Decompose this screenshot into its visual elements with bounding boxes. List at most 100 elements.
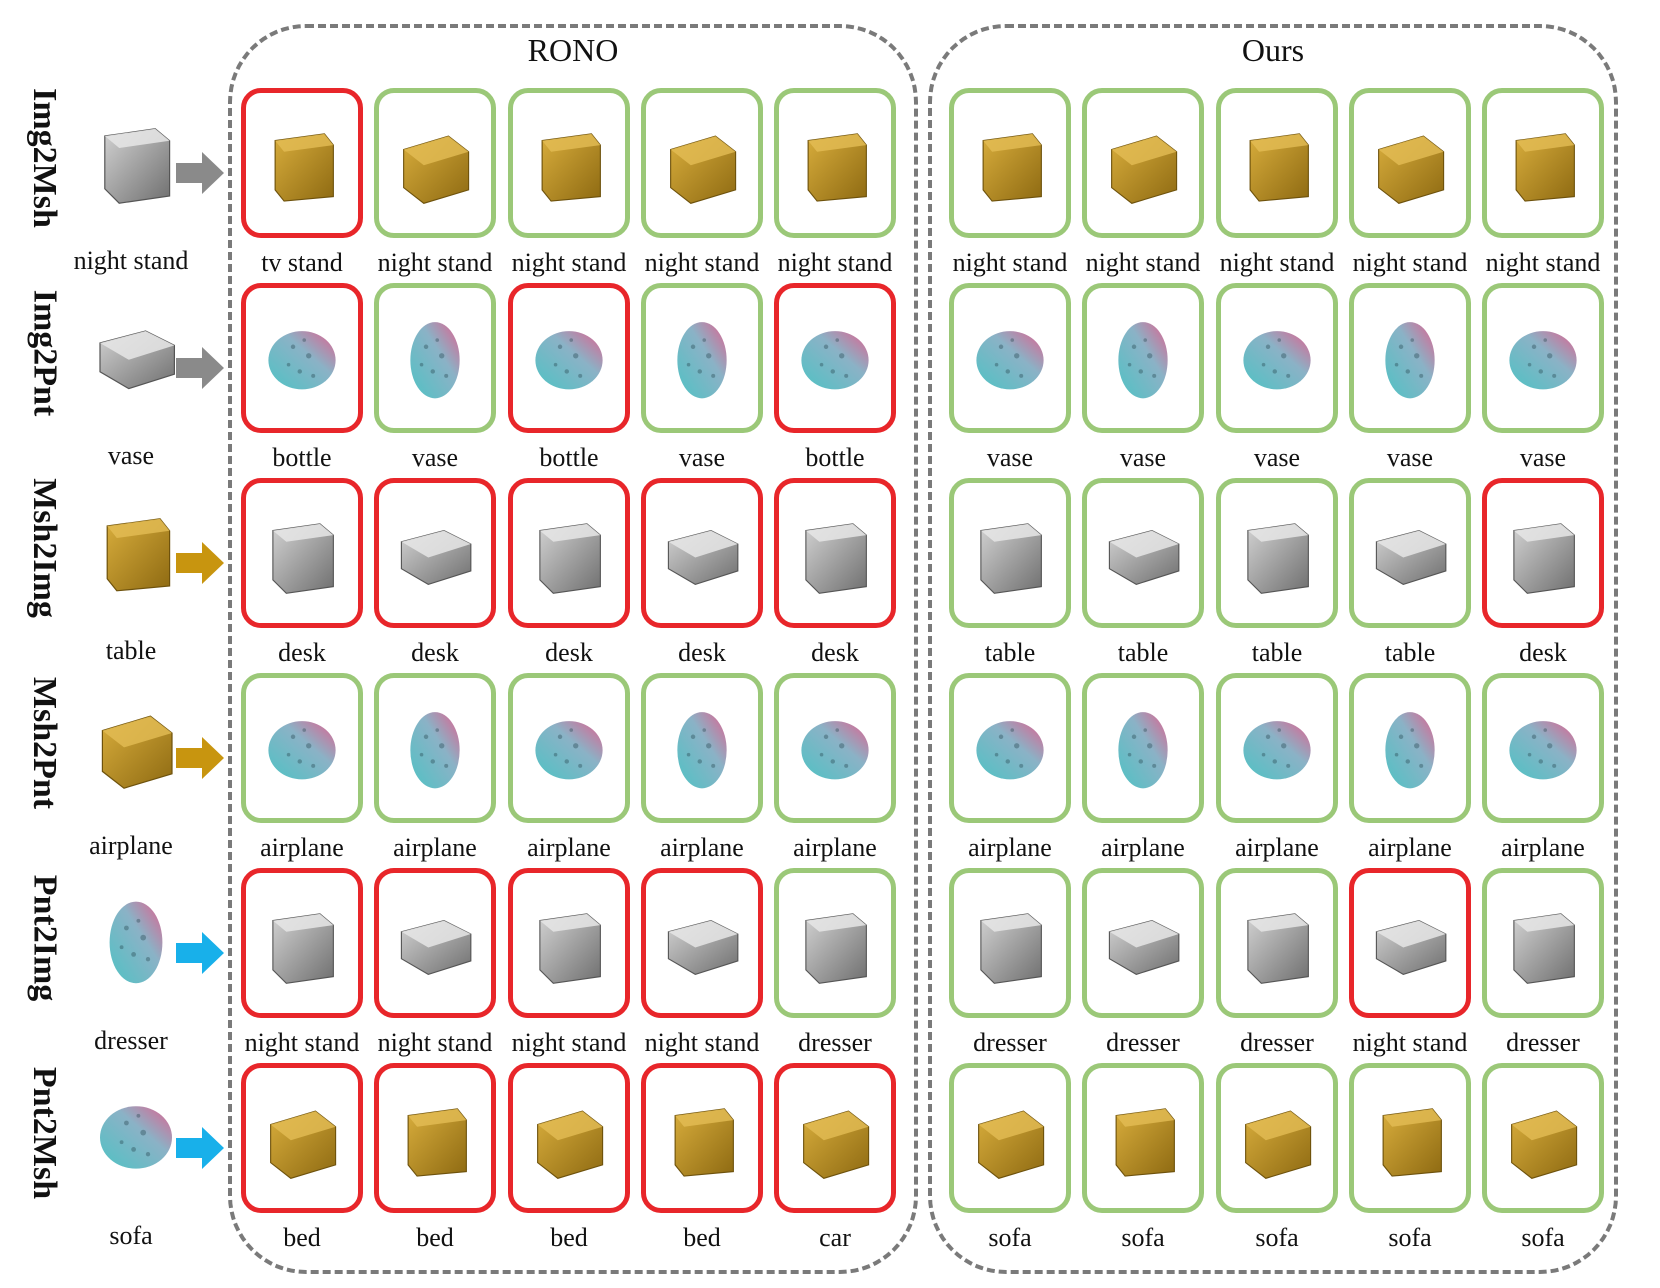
result-label: vase [1253, 443, 1301, 472]
result-label: night stand [777, 248, 893, 277]
retrieval-result-wrong [241, 1063, 363, 1213]
result-label: dresser [1506, 1028, 1580, 1057]
retrieval-result-correct [774, 673, 896, 823]
result-label: night stand [1219, 248, 1335, 277]
arrow-icon [176, 1125, 226, 1176]
result-label: table [984, 638, 1036, 667]
result-label: night stand [377, 248, 493, 277]
retrieval-result-correct [949, 88, 1071, 238]
result-label: dresser [798, 1028, 872, 1057]
retrieval-result-correct [1082, 868, 1204, 1018]
result-label: airplane [660, 833, 744, 862]
query-label: night stand [73, 246, 189, 275]
result-label: night stand [952, 248, 1068, 277]
retrieval-result-correct [641, 283, 763, 433]
retrieval-result-correct [949, 283, 1071, 433]
retrieval-result-wrong [774, 283, 896, 433]
result-label: desk [411, 638, 459, 667]
result-label: desk [278, 638, 326, 667]
query-label: sofa [109, 1221, 153, 1250]
retrieval-result-correct [1349, 673, 1471, 823]
retrieval-result-correct [1216, 1063, 1338, 1213]
retrieval-result-correct [774, 868, 896, 1018]
task-label-text: Img2Pnt [26, 289, 63, 417]
retrieval-result-correct [1482, 673, 1604, 823]
arrow-icon [176, 345, 226, 396]
query-label: dresser [94, 1026, 168, 1055]
retrieval-result-correct [374, 88, 496, 238]
retrieval-result-correct [641, 673, 763, 823]
retrieval-result-correct [1349, 478, 1471, 628]
retrieval-result-correct [1349, 1063, 1471, 1213]
result-label: dresser [973, 1028, 1047, 1057]
task-label-text: Img2Msh [26, 88, 64, 228]
task-label-text: Msh2Img [26, 478, 64, 618]
result-label: airplane [1501, 833, 1585, 862]
result-label: desk [678, 638, 726, 667]
task-label-text: Pnt2Msh [26, 1066, 64, 1200]
result-label: airplane [968, 833, 1052, 862]
task-label: Pnt2Img [14, 858, 74, 1018]
retrieval-result-wrong [641, 1063, 763, 1213]
retrieval-result-wrong [374, 868, 496, 1018]
retrieval-result-correct [1216, 283, 1338, 433]
result-label: night stand [244, 1028, 360, 1057]
result-label: sofa [1521, 1223, 1565, 1252]
retrieval-result-correct [1082, 88, 1204, 238]
retrieval-result-correct [641, 88, 763, 238]
retrieval-result-correct [1082, 478, 1204, 628]
result-label: tv stand [261, 248, 343, 277]
result-label: sofa [1121, 1223, 1165, 1252]
result-label: sofa [1255, 1223, 1299, 1252]
result-label: airplane [1101, 833, 1185, 862]
result-label: bottle [805, 443, 865, 472]
task-label: Img2Pnt [14, 273, 74, 433]
retrieval-result-wrong [374, 1063, 496, 1213]
task-label-text: Pnt2Img [26, 874, 63, 1002]
retrieval-result-correct [1216, 478, 1338, 628]
result-label: desk [545, 638, 593, 667]
ours-title: Ours [1241, 32, 1305, 68]
arrow-icon [176, 150, 226, 201]
retrieval-result-correct [949, 1063, 1071, 1213]
result-label: vase [411, 443, 459, 472]
retrieval-result-wrong [508, 478, 630, 628]
retrieval-result-correct [774, 88, 896, 238]
result-label: night stand [511, 248, 627, 277]
query-label: table [105, 636, 157, 665]
result-label: sofa [1388, 1223, 1432, 1252]
task-label: Pnt2Msh [14, 1053, 74, 1213]
result-label: car [819, 1223, 851, 1252]
arrow-icon [176, 930, 226, 981]
result-label: table [1384, 638, 1436, 667]
retrieval-result-wrong [374, 478, 496, 628]
retrieval-result-correct [508, 673, 630, 823]
retrieval-result-wrong [774, 478, 896, 628]
task-label-text: Msh2Pnt [26, 676, 64, 810]
result-label: bed [416, 1223, 454, 1252]
retrieval-result-correct [1482, 283, 1604, 433]
result-label: night stand [1085, 248, 1201, 277]
retrieval-result-correct [1216, 868, 1338, 1018]
retrieval-result-correct [374, 283, 496, 433]
retrieval-result-correct [1082, 673, 1204, 823]
result-label: desk [1519, 638, 1567, 667]
result-label: airplane [1368, 833, 1452, 862]
retrieval-result-wrong [508, 283, 630, 433]
retrieval-result-wrong [641, 868, 763, 1018]
retrieval-result-correct [1082, 283, 1204, 433]
retrieval-result-wrong [508, 1063, 630, 1213]
result-label: desk [811, 638, 859, 667]
query-label: airplane [89, 831, 173, 860]
query-label: vase [107, 441, 155, 470]
result-label: bottle [272, 443, 332, 472]
retrieval-result-wrong [508, 868, 630, 1018]
retrieval-result-correct [1482, 868, 1604, 1018]
result-label: vase [986, 443, 1034, 472]
retrieval-result-correct [1216, 88, 1338, 238]
result-label: airplane [527, 833, 611, 862]
arrow-icon [176, 735, 226, 786]
result-label: vase [1519, 443, 1567, 472]
arrow-icon [176, 540, 226, 591]
result-label: night stand [511, 1028, 627, 1057]
